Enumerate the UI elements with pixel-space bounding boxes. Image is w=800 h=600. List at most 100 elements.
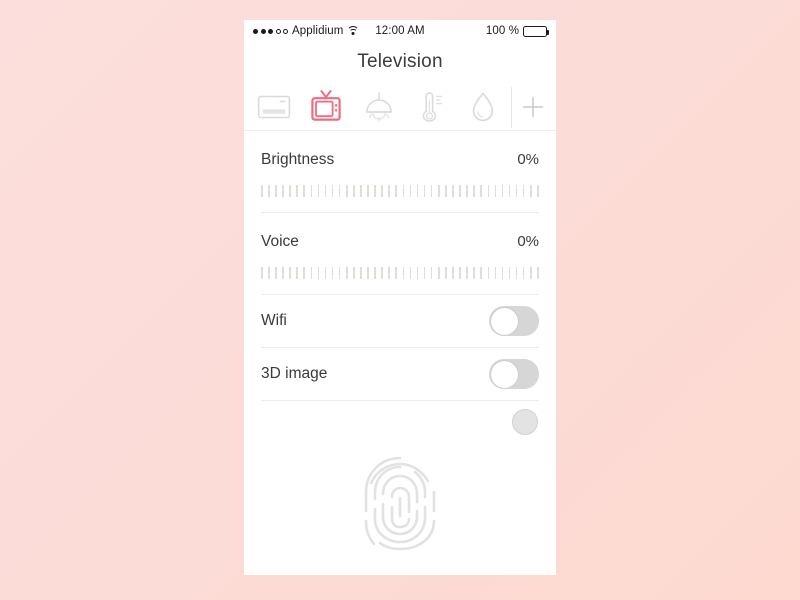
- status-bar-left: Applidium: [253, 25, 375, 37]
- slider-tick: [268, 267, 270, 279]
- slider-tick: [522, 267, 525, 279]
- slider-tick: [409, 185, 412, 197]
- slider-tick: [310, 185, 313, 197]
- slider-tick: [473, 267, 475, 279]
- slider-tick: [537, 267, 539, 279]
- setting-row-3d-image: 3D image: [261, 348, 539, 400]
- slider-tick: [423, 267, 426, 279]
- slider-tick: [508, 267, 511, 279]
- slider-tick: [367, 267, 369, 279]
- battery-percent-label: 100 %: [485, 25, 520, 37]
- setting-row-wifi: Wifi: [261, 295, 539, 347]
- slider-tick: [437, 267, 440, 279]
- wifi-icon: [347, 26, 360, 36]
- slider-tick: [508, 185, 511, 197]
- slider-tick: [360, 267, 362, 279]
- status-bar-right: 100 %: [425, 25, 550, 37]
- slider-tick: [501, 267, 504, 279]
- slider-tick: [459, 267, 461, 279]
- three-d-image-toggle[interactable]: [489, 359, 539, 389]
- tab-bar-divider: [511, 86, 513, 128]
- slider-tick: [452, 267, 454, 279]
- brightness-value: 0%: [517, 151, 539, 168]
- status-bar-time: 12:00 AM: [375, 25, 425, 37]
- slider-tick: [388, 267, 390, 279]
- detached-toggle-knob[interactable]: [512, 409, 538, 435]
- settings-list: Brightness 0% Voice 0% Wifi 3D image: [244, 131, 556, 557]
- slider-tick: [430, 185, 433, 197]
- brightness-slider[interactable]: [261, 184, 539, 198]
- slider-tick: [374, 267, 376, 279]
- slider-tick: [282, 185, 284, 197]
- slider-tick: [310, 267, 313, 279]
- slider-tick: [402, 185, 405, 197]
- slider-tick: [445, 267, 447, 279]
- setting-row-voice: Voice 0%: [261, 213, 539, 295]
- page-title: Television: [357, 51, 443, 72]
- slider-tick: [345, 267, 348, 279]
- tab-temperature[interactable]: [405, 84, 457, 131]
- tab-humidity[interactable]: [457, 84, 509, 131]
- three-d-image-label: 3D image: [261, 365, 328, 382]
- slider-tick: [303, 185, 306, 197]
- slider-tick: [501, 185, 504, 197]
- slider-tick: [459, 185, 461, 197]
- slider-tick: [423, 185, 426, 197]
- slider-tick: [529, 185, 532, 197]
- voice-slider[interactable]: [261, 266, 539, 280]
- slider-tick: [487, 267, 490, 279]
- slider-tick: [381, 185, 383, 197]
- voice-header: Voice 0%: [261, 213, 539, 251]
- slider-tick: [317, 267, 320, 279]
- slider-tick: [402, 267, 405, 279]
- slider-tick: [416, 185, 419, 197]
- slider-tick: [275, 267, 277, 279]
- slider-tick: [537, 185, 539, 197]
- status-bar: Applidium 12:00 AM 100 %: [244, 20, 556, 42]
- phone-screen: Applidium 12:00 AM 100 % Television Brig…: [244, 20, 556, 575]
- slider-tick: [395, 185, 398, 197]
- slider-tick: [331, 267, 334, 279]
- tab-air-conditioner[interactable]: [248, 84, 300, 131]
- slider-tick: [515, 185, 518, 197]
- slider-tick: [360, 185, 362, 197]
- brightness-header: Brightness 0%: [261, 131, 539, 169]
- slider-tick: [416, 267, 419, 279]
- slider-tick: [409, 267, 412, 279]
- wifi-toggle[interactable]: [489, 306, 539, 336]
- slider-tick: [487, 185, 490, 197]
- slider-tick: [529, 267, 532, 279]
- detached-knob-row: [261, 401, 539, 447]
- slider-tick: [494, 267, 497, 279]
- slider-tick: [452, 185, 454, 197]
- slider-tick: [289, 185, 291, 197]
- slider-tick: [353, 267, 355, 279]
- voice-label: Voice: [261, 233, 299, 250]
- three-d-image-toggle-knob: [490, 360, 518, 388]
- slider-tick: [437, 185, 440, 197]
- slider-tick: [388, 185, 390, 197]
- add-device-button[interactable]: [514, 84, 552, 131]
- slider-tick: [268, 185, 270, 197]
- slider-tick: [494, 185, 497, 197]
- slider-tick: [430, 267, 433, 279]
- slider-tick: [445, 185, 447, 197]
- slider-tick: [296, 185, 298, 197]
- carrier-label: Applidium: [292, 25, 344, 37]
- tab-light[interactable]: [352, 84, 404, 131]
- slider-tick: [345, 185, 348, 197]
- slider-tick: [324, 185, 327, 197]
- slider-tick: [282, 267, 284, 279]
- fingerprint-icon: [364, 456, 436, 551]
- slider-tick: [374, 185, 376, 197]
- slider-tick: [338, 185, 341, 197]
- setting-row-brightness: Brightness 0%: [261, 131, 539, 213]
- slider-tick: [275, 185, 277, 197]
- wifi-label: Wifi: [261, 312, 287, 329]
- slider-tick: [261, 267, 263, 279]
- slider-tick: [480, 267, 483, 279]
- device-tab-bar: [244, 84, 556, 131]
- fingerprint-area[interactable]: [261, 447, 539, 557]
- slider-tick: [473, 185, 475, 197]
- tab-television[interactable]: [300, 84, 352, 131]
